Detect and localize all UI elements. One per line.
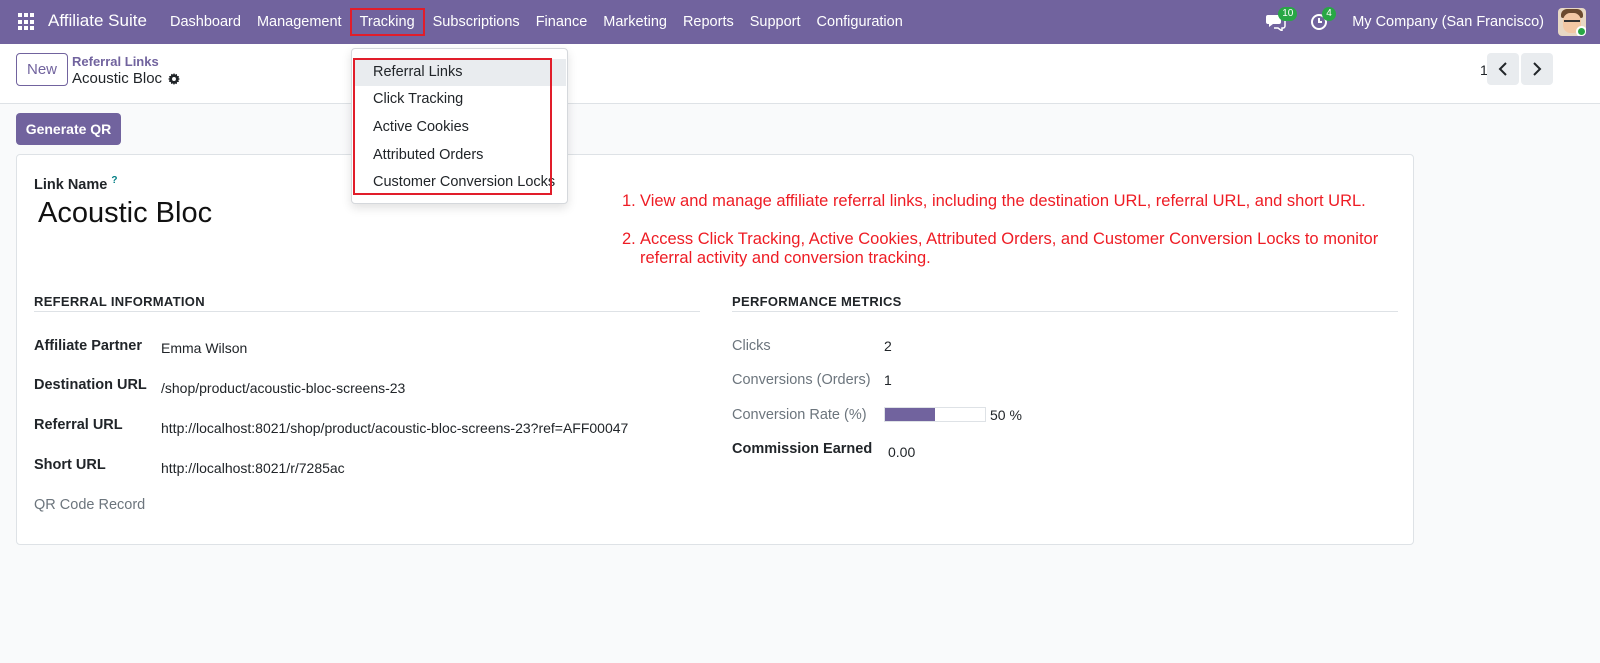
dropdown-highlight-box xyxy=(353,58,552,195)
conversion-rate-value: 50 % xyxy=(990,407,1022,423)
conversion-rate-label: Conversion Rate (%) xyxy=(732,407,867,423)
help-tooltip-icon[interactable]: ? xyxy=(111,175,117,186)
pager-next-button[interactable] xyxy=(1521,53,1553,85)
link-name-field[interactable]: Acoustic Bloc xyxy=(38,197,212,230)
clicks-label: Clicks xyxy=(732,338,771,354)
annotation-2: 2. Access Click Tracking, Active Cookies… xyxy=(622,230,1402,270)
referral-url-label: Referral URL xyxy=(34,417,123,433)
messages-button[interactable]: 10 xyxy=(1264,7,1298,35)
record-title: Acoustic Bloc xyxy=(72,70,181,87)
conversions-label: Conversions (Orders) xyxy=(732,372,871,388)
qr-code-record-label: QR Code Record xyxy=(34,497,146,513)
referral-url-field[interactable]: http://localhost:8021/shop/product/acous… xyxy=(161,420,628,436)
menu-dashboard[interactable]: Dashboard xyxy=(162,8,249,36)
annotation-2-number: 2. xyxy=(622,230,636,248)
clicks-value: 2 xyxy=(884,338,892,354)
user-avatar[interactable] xyxy=(1558,8,1586,36)
menu-support[interactable]: Support xyxy=(742,8,809,36)
menu-reports[interactable]: Reports xyxy=(675,8,742,36)
generate-qr-button[interactable]: Generate QR xyxy=(16,113,121,145)
annotation-2-text: Access Click Tracking, Active Cookies, A… xyxy=(640,230,1379,267)
menu-subscriptions[interactable]: Subscriptions xyxy=(425,8,528,36)
commission-earned-label: Commission Earned xyxy=(732,441,873,457)
messages-badge: 10 xyxy=(1278,7,1298,21)
control-panel: New Referral Links Acoustic Bloc 1 / 3 xyxy=(0,44,1600,104)
destination-url-label: Destination URL xyxy=(34,377,147,393)
menu-configuration[interactable]: Configuration xyxy=(809,8,911,36)
link-name-label: Link Name ? xyxy=(34,175,117,193)
commission-earned-value: 0.00 xyxy=(888,444,916,460)
menu-marketing[interactable]: Marketing xyxy=(595,8,675,36)
conversions-value: 1 xyxy=(884,372,892,388)
gear-icon[interactable] xyxy=(168,72,181,85)
short-url-field[interactable]: http://localhost:8021/r/7285ac xyxy=(161,460,345,476)
main-menu: Dashboard Management Tracking Subscripti… xyxy=(162,0,911,44)
annotation-1-number: 1. xyxy=(622,192,636,210)
online-status-icon xyxy=(1576,26,1586,36)
performance-metrics-title: PERFORMANCE METRICS xyxy=(732,294,902,309)
activities-badge: 4 xyxy=(1322,7,1336,21)
company-switcher[interactable]: My Company (San Francisco) xyxy=(1352,14,1544,30)
form-sheet: Link Name ? Acoustic Bloc REFERRAL INFOR… xyxy=(16,154,1414,545)
affiliate-partner-label: Affiliate Partner xyxy=(34,338,142,354)
menu-management[interactable]: Management xyxy=(249,8,350,36)
top-navbar: Affiliate Suite Dashboard Management Tra… xyxy=(0,0,1600,44)
menu-finance[interactable]: Finance xyxy=(528,8,596,36)
destination-url-field[interactable]: /shop/product/acoustic-bloc-screens-23 xyxy=(161,380,405,396)
activities-button[interactable]: 4 xyxy=(1308,7,1336,35)
annotation-1-text: View and manage affiliate referral links… xyxy=(640,192,1366,210)
menu-tracking[interactable]: Tracking xyxy=(349,8,425,36)
breadcrumb-referral-links[interactable]: Referral Links xyxy=(72,54,159,69)
conversion-rate-progress-bar xyxy=(884,407,986,422)
link-name-label-text: Link Name xyxy=(34,176,108,193)
apps-menu-icon[interactable] xyxy=(18,13,36,31)
app-brand[interactable]: Affiliate Suite xyxy=(48,11,147,31)
affiliate-partner-field[interactable]: Emma Wilson xyxy=(161,340,247,356)
referral-section-divider xyxy=(34,311,700,312)
short-url-label: Short URL xyxy=(34,457,106,473)
referral-information-title: REFERRAL INFORMATION xyxy=(34,294,205,309)
chevron-right-icon xyxy=(1533,62,1542,76)
pager-previous-button[interactable] xyxy=(1487,53,1519,85)
annotation-1: 1. View and manage affiliate referral li… xyxy=(622,192,1402,212)
navbar-systray: 10 4 My Company (San Francisco) xyxy=(1264,0,1600,44)
conversion-rate-progress-fill xyxy=(885,408,935,421)
chevron-left-icon xyxy=(1498,62,1507,76)
new-button[interactable]: New xyxy=(16,53,68,86)
performance-section-divider xyxy=(732,311,1398,312)
record-title-text: Acoustic Bloc xyxy=(72,70,163,87)
